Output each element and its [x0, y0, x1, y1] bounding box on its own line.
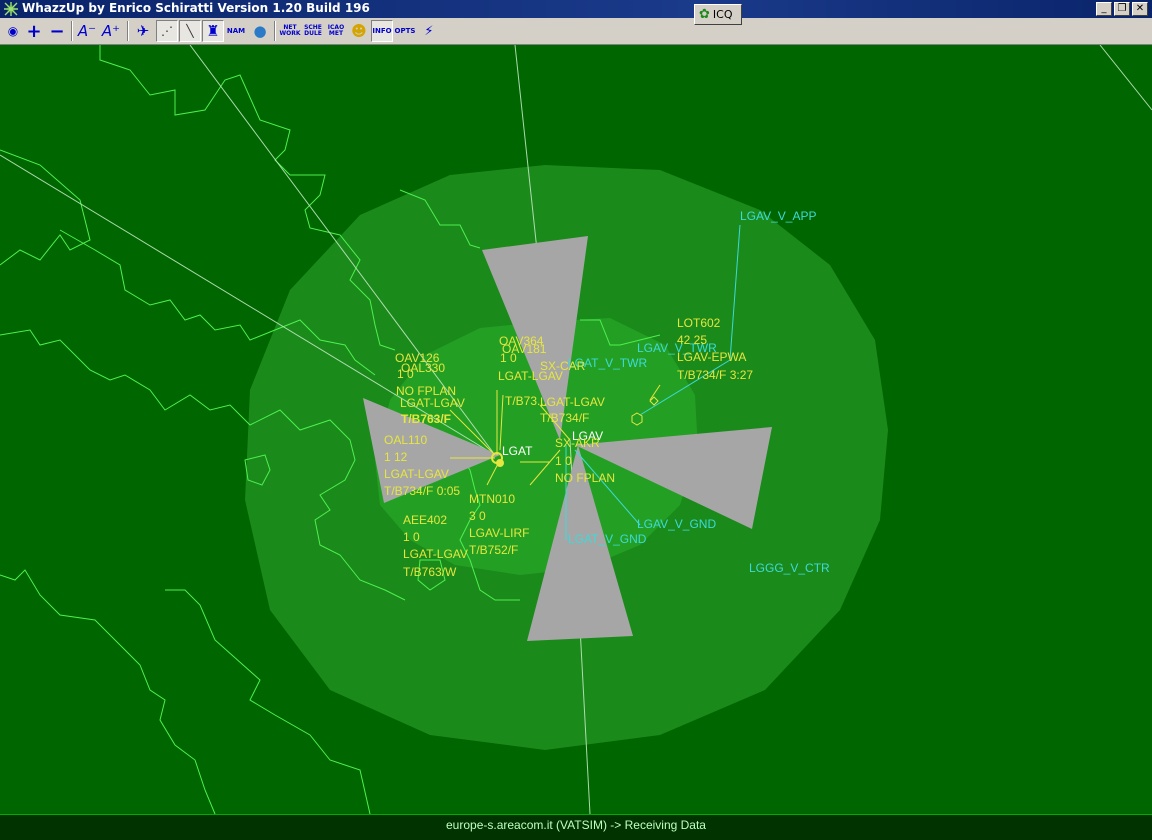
controller-label[interactable]: LGAT_V_GND	[568, 532, 647, 546]
toolbar-separator	[274, 21, 276, 41]
font-larger-button[interactable]: A⁺	[100, 20, 122, 42]
svg-text:OAL110: OAL110	[384, 433, 427, 447]
smiley-icon[interactable]: ☻	[348, 20, 370, 42]
maximize-button[interactable]: ❐	[1114, 2, 1130, 16]
svg-text:T/B734/F 0:05: T/B734/F 0:05	[384, 484, 460, 498]
window-title: WhazzUp by Enrico Schiratti Version 1.20…	[22, 1, 370, 15]
airport-label-lgat: LGAT	[502, 444, 533, 458]
radar-scope[interactable]: LGAT LGAV LGAV_V_APP LGAV_V_TWR LGAT_V_T…	[0, 45, 1152, 814]
controller-label[interactable]: LGAV_V_GND	[637, 517, 716, 531]
minimize-button[interactable]: _	[1096, 2, 1112, 16]
svg-text:T/B734/F: T/B734/F	[540, 411, 589, 425]
svg-text:1 0: 1 0	[403, 530, 420, 544]
toolbar-separator	[127, 21, 129, 41]
tower-icon[interactable]: ♜	[202, 20, 224, 42]
svg-text:NO FPLAN: NO FPLAN	[555, 471, 615, 485]
svg-text:LGAV-LIRF: LGAV-LIRF	[469, 526, 529, 540]
svg-text:T/B752/F: T/B752/F	[469, 543, 518, 557]
airport-marker	[496, 459, 504, 467]
coastline-west	[0, 149, 91, 266]
font-smaller-button[interactable]: A⁻	[76, 20, 98, 42]
options-button[interactable]: OPTS	[394, 20, 416, 42]
schedule-button[interactable]: SCHE DULE	[302, 20, 324, 42]
icq-button[interactable]: ✿ ICQ	[694, 4, 742, 25]
svg-text:SX-CAR: SX-CAR	[540, 359, 586, 373]
svg-text:1 0: 1 0	[555, 454, 572, 468]
icao-met-button[interactable]: ICAO MET	[325, 20, 347, 42]
svg-text:MTN010: MTN010	[469, 492, 515, 506]
toolbar-separator	[71, 21, 73, 41]
svg-text:T/B763/F: T/B763/F	[401, 412, 451, 426]
status-bar: europe-s.areacom.it (VATSIM) -> Receivin…	[0, 814, 1152, 840]
controller-label[interactable]: LGAV_V_APP	[740, 209, 817, 223]
app-logo-icon	[4, 2, 18, 16]
svg-text:42 25: 42 25	[677, 333, 707, 347]
svg-text:OAV181: OAV181	[502, 342, 547, 356]
svg-text:1 12: 1 12	[384, 450, 408, 464]
zoom-in-button[interactable]: +	[24, 20, 44, 42]
coastline-peninsula	[0, 569, 216, 814]
nam-button[interactable]: NAM	[225, 20, 247, 42]
svg-text:SX-AKR: SX-AKR	[555, 436, 600, 450]
svg-text:LOT602: LOT602	[677, 316, 721, 330]
radar-map[interactable]: LGAT LGAV LGAV_V_APP LGAV_V_TWR LGAT_V_T…	[0, 45, 1152, 814]
toolbar: ◉ + − A⁻ A⁺ ✈ ⋰ ╲ ♜ NAM ● NET WORK SCHE …	[0, 18, 1152, 45]
aircraft-icon[interactable]: ✈	[132, 20, 154, 42]
close-button[interactable]: ✕	[1132, 2, 1148, 16]
zoom-out-button[interactable]: −	[47, 20, 67, 42]
window-controls: _ ❐ ✕	[1096, 2, 1148, 16]
controller-label[interactable]: LGGG_V_CTR	[749, 561, 830, 575]
svg-text:LGAT-LGAV: LGAT-LGAV	[384, 467, 449, 481]
network-button[interactable]: NET WORK	[279, 20, 301, 42]
svg-text:LGAT-LGAV: LGAT-LGAV	[540, 395, 605, 409]
svg-text:LGAT-LGAV: LGAT-LGAV	[400, 396, 465, 410]
svg-text:LGAV-EPWA: LGAV-EPWA	[677, 350, 746, 364]
scope-icon[interactable]: ⚡	[418, 20, 440, 42]
icq-flower-icon: ✿	[699, 7, 710, 22]
svg-text:T/B763/W: T/B763/W	[403, 565, 457, 579]
track-line-icon[interactable]: ╲	[179, 20, 201, 42]
svg-text:3 0: 3 0	[469, 509, 486, 523]
status-text: europe-s.areacom.it (VATSIM) -> Receivin…	[446, 818, 706, 832]
svg-text:AEE402: AEE402	[403, 513, 447, 527]
svg-text:LGAT-LGAV: LGAT-LGAV	[403, 547, 468, 561]
icq-label: ICQ	[712, 8, 733, 21]
info-button[interactable]: INFO	[371, 20, 393, 42]
dotted-route-icon[interactable]: ⋰	[156, 20, 178, 42]
svg-text:T/B734/F 3:27: T/B734/F 3:27	[677, 368, 753, 382]
globe-icon[interactable]: ◉	[4, 20, 22, 42]
title-bar: WhazzUp by Enrico Schiratti Version 1.20…	[0, 0, 1152, 18]
svg-text:OAL330: OAL330	[401, 361, 445, 375]
earth-icon[interactable]: ●	[249, 20, 271, 42]
